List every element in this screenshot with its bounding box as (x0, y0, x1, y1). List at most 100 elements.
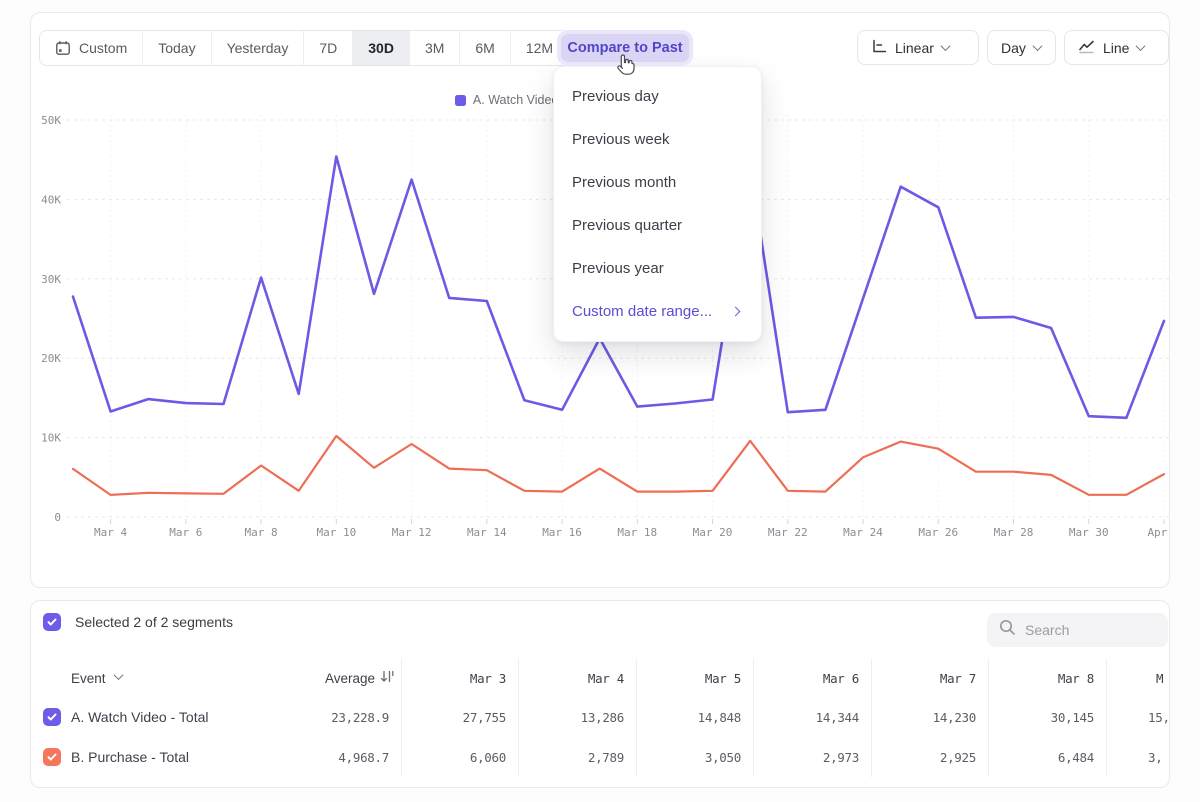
segments-table-card: Selected 2 of 2 segments Event Average Mar… (30, 600, 1170, 788)
column-separator (988, 659, 989, 777)
value-cell: 14,230 (871, 697, 988, 737)
value-cell: 30,145 (988, 697, 1106, 737)
x-axis-tick-label: Mar 18 (617, 526, 657, 539)
date-column-header[interactable]: M (1106, 659, 1171, 697)
compare-menu-items: Previous dayPrevious weekPrevious monthP… (554, 75, 761, 290)
segments-selected-text: Selected 2 of 2 segments (75, 614, 233, 630)
range-button-7d[interactable]: 7D (304, 31, 353, 65)
average-header-label: Average (325, 671, 375, 686)
x-axis-tick-label: Mar 4 (94, 526, 127, 539)
segment-checkbox[interactable] (43, 748, 61, 766)
value-cell: 2,789 (518, 737, 636, 777)
linear-axis-icon (871, 39, 887, 57)
menu-item-previous-day[interactable]: Previous day (554, 75, 761, 118)
value-cell: 3,050 (636, 737, 753, 777)
value-cell: 6,060 (401, 737, 518, 777)
interval-dropdown-button[interactable]: Day (987, 30, 1056, 65)
average-column-header[interactable]: Average (286, 659, 401, 697)
range-button-6m[interactable]: 6M (460, 31, 510, 65)
event-column-header[interactable]: Event (31, 659, 286, 697)
range-button-label: Today (158, 40, 195, 56)
chart-type-dropdown-button[interactable]: Line (1064, 30, 1169, 65)
x-axis-tick-label: Mar 6 (169, 526, 202, 539)
range-button-label: 12M (526, 40, 553, 56)
segment-label: A. Watch Video - Total (71, 709, 208, 725)
column-separator (401, 659, 402, 777)
date-column-header[interactable]: Mar 5 (636, 659, 753, 697)
average-value-cell: 23,228.9 (286, 697, 401, 737)
analytics-page: 010K20K30K40K50KMar 4Mar 6Mar 8Mar 10Mar… (0, 0, 1200, 802)
x-axis-tick-label: Mar 26 (918, 526, 958, 539)
range-button-label: 7D (319, 40, 337, 56)
range-button-label: 3M (425, 40, 444, 56)
scale-dropdown-button[interactable]: Linear (857, 30, 979, 65)
search-input[interactable] (1025, 622, 1145, 638)
calendar-icon (55, 40, 71, 56)
range-button-label: 6M (475, 40, 494, 56)
menu-item-previous-month[interactable]: Previous month (554, 161, 761, 204)
range-button-custom[interactable]: Custom (40, 31, 143, 65)
table-row-event[interactable]: A. Watch Video - Total (31, 697, 286, 737)
compare-to-past-menu: Previous dayPrevious weekPrevious monthP… (553, 66, 762, 342)
range-button-12m[interactable]: 12M (511, 31, 568, 65)
date-column-header[interactable]: Mar 4 (518, 659, 636, 697)
range-button-label: Yesterday (227, 40, 289, 56)
date-column-header[interactable]: Mar 7 (871, 659, 988, 697)
range-button-30d[interactable]: 30D (353, 31, 410, 65)
x-axis-tick-label: Mar 16 (542, 526, 582, 539)
value-cell: 2,925 (871, 737, 988, 777)
segment-checkbox[interactable] (43, 708, 61, 726)
range-button-today[interactable]: Today (143, 31, 211, 65)
range-button-yesterday[interactable]: Yesterday (212, 31, 305, 65)
x-axis-tick-label: Mar 22 (768, 526, 808, 539)
interval-dropdown-label: Day (1001, 40, 1026, 56)
y-axis-tick-label: 50K (41, 114, 61, 127)
select-all-checkbox[interactable] (43, 613, 61, 631)
column-separator (518, 659, 519, 777)
date-column-header[interactable]: Mar 3 (401, 659, 518, 697)
series-line-purchase[interactable] (73, 436, 1164, 495)
column-separator (1106, 659, 1107, 777)
table-row-event[interactable]: B. Purchase - Total (31, 737, 286, 777)
chevron-down-icon (1032, 41, 1042, 51)
chevron-down-icon (940, 41, 950, 51)
date-column-header[interactable]: Mar 6 (753, 659, 871, 697)
x-axis-tick-label: Mar 20 (693, 526, 733, 539)
search-box[interactable] (987, 613, 1168, 647)
segments-select-bar: Selected 2 of 2 segments (43, 613, 233, 631)
chevron-down-icon (113, 670, 123, 680)
x-axis-tick-label: Mar 24 (843, 526, 883, 539)
menu-item-custom-date-range[interactable]: Custom date range... (554, 290, 761, 333)
value-cell: 2,973 (753, 737, 871, 777)
chevron-right-icon (731, 307, 741, 317)
x-axis-tick-label: Mar 10 (316, 526, 356, 539)
range-button-3m[interactable]: 3M (410, 31, 460, 65)
y-axis-tick-label: 20K (41, 352, 61, 365)
y-axis-tick-label: 0 (54, 511, 61, 524)
legend-swatch (455, 95, 466, 106)
range-button-label: 30D (368, 40, 394, 56)
column-separator (636, 659, 637, 777)
menu-item-previous-year[interactable]: Previous year (554, 247, 761, 290)
x-axis-tick-label: Mar 30 (1069, 526, 1109, 539)
menu-item-previous-week[interactable]: Previous week (554, 118, 761, 161)
value-cell: 27,755 (401, 697, 518, 737)
value-cell: 13,286 (518, 697, 636, 737)
date-column-header[interactable]: Mar 8 (988, 659, 1106, 697)
x-axis-tick-label: Mar 12 (392, 526, 432, 539)
x-axis-tick-label: Mar 8 (245, 526, 278, 539)
compare-to-past-button[interactable]: Compare to Past (561, 34, 689, 62)
column-separator (871, 659, 872, 777)
chevron-down-icon (1136, 41, 1146, 51)
y-axis-tick-label: 30K (41, 273, 61, 286)
event-header-label: Event (71, 671, 106, 686)
y-axis-tick-label: 10K (41, 432, 61, 445)
custom-date-range-label: Custom date range... (572, 303, 712, 320)
value-cell: 3, (1106, 737, 1171, 777)
menu-item-previous-quarter[interactable]: Previous quarter (554, 204, 761, 247)
value-cell: 14,344 (753, 697, 871, 737)
segments-table: Event Average Mar 3Mar 4Mar 5Mar 6Mar 7Mar… (31, 659, 1171, 777)
segment-label: B. Purchase - Total (71, 749, 189, 765)
line-chart-icon (1078, 39, 1095, 57)
range-button-label: Custom (79, 40, 127, 56)
